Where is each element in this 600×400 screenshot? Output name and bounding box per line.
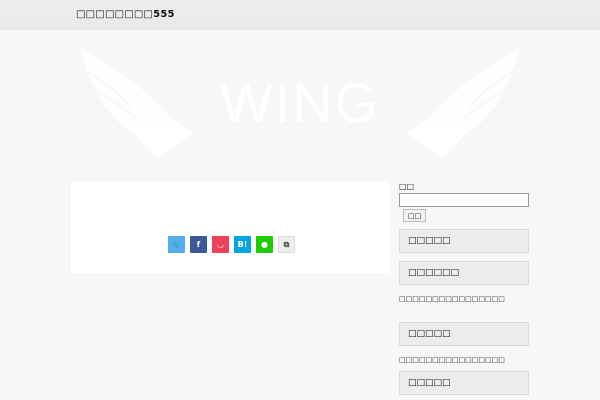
site-header: □□□□□□□□555 — [0, 0, 600, 30]
wing-logo: WING — [80, 48, 520, 158]
twitter-icon: 🐦 — [171, 240, 182, 249]
sidebar: □□ □□ □□□□□ □□□□□□ □□□□□□□□□□□□□□□□ □□□□… — [399, 182, 529, 395]
widget-title-archives: □□□□□ — [399, 322, 529, 346]
article-content: 🐦 f ◡ B! ● ⧉ — [71, 181, 390, 273]
share-buttons: 🐦 f ◡ B! ● ⧉ — [168, 236, 295, 253]
hero-banner: WING — [70, 40, 530, 170]
search-button[interactable]: □□ — [403, 209, 427, 222]
pocket-icon: ◡ — [217, 240, 224, 249]
logo-text: WING — [220, 71, 380, 134]
hatena-icon: B! — [237, 240, 248, 249]
widget-title-categories: □□□□□ — [399, 371, 529, 395]
widget-text-comments: □□□□□□□□□□□□□□□□ — [399, 295, 505, 303]
pocket-share-button[interactable]: ◡ — [212, 236, 229, 253]
right-eagle-icon — [408, 48, 520, 158]
search-input[interactable] — [399, 193, 529, 207]
widget-text-archives: □□□□□□□□□□□□□□□□ — [399, 356, 505, 364]
line-icon: ● — [261, 240, 268, 249]
copy-icon: ⧉ — [283, 239, 290, 249]
facebook-icon: f — [196, 240, 201, 249]
copy-share-button[interactable]: ⧉ — [278, 236, 295, 253]
widget-title-recent: □□□□□ — [399, 229, 529, 253]
facebook-share-button[interactable]: f — [190, 236, 207, 253]
twitter-share-button[interactable]: 🐦 — [168, 236, 185, 253]
search-label: □□ — [399, 182, 415, 191]
line-share-button[interactable]: ● — [256, 236, 273, 253]
hatena-share-button[interactable]: B! — [234, 236, 251, 253]
left-eagle-icon — [80, 48, 192, 158]
widget-title-comments: □□□□□□ — [399, 261, 529, 285]
site-title[interactable]: □□□□□□□□555 — [76, 9, 175, 20]
